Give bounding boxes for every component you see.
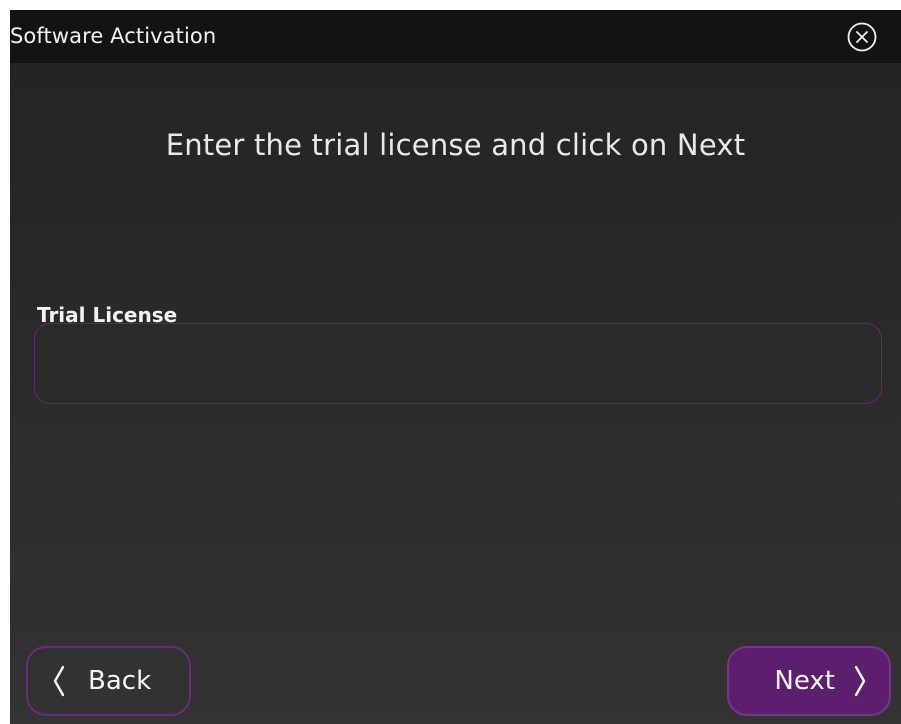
close-circle-icon — [847, 22, 877, 52]
chevron-left-icon — [53, 665, 65, 697]
next-button-label: Next — [774, 666, 835, 696]
title-bar: Software Activation — [10, 10, 901, 63]
next-button[interactable]: Next — [727, 646, 891, 716]
software-activation-dialog: Software Activation Enter the trial lice… — [10, 10, 901, 724]
back-button[interactable]: Back — [26, 646, 191, 716]
window-title: Software Activation — [10, 24, 217, 48]
back-button-label: Back — [88, 666, 152, 696]
close-button[interactable] — [846, 21, 878, 53]
trial-license-input[interactable] — [34, 323, 882, 404]
instruction-heading: Enter the trial license and click on Nex… — [165, 128, 746, 162]
chevron-right-icon — [854, 665, 866, 697]
